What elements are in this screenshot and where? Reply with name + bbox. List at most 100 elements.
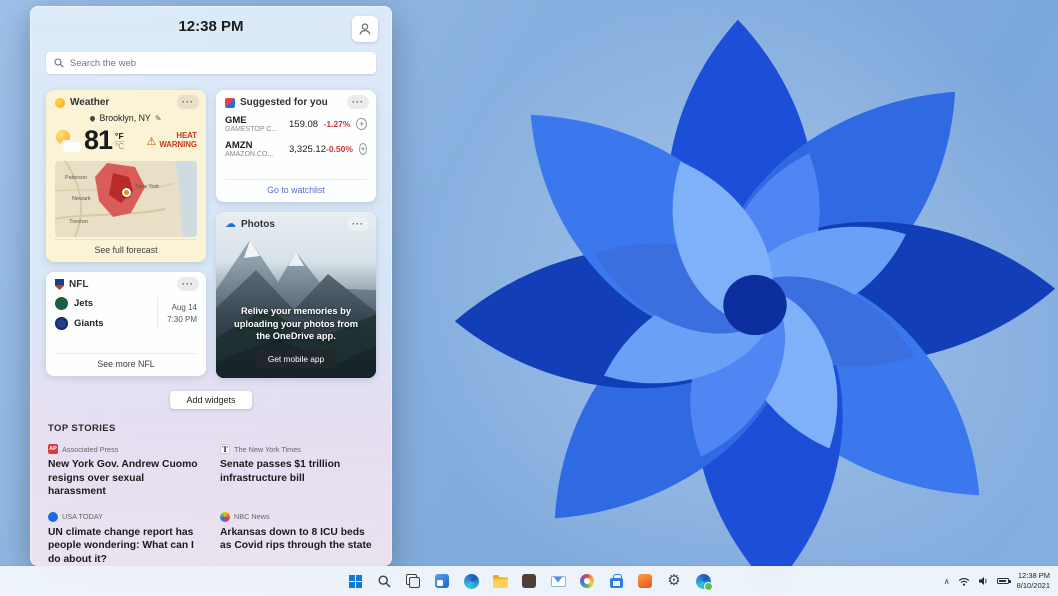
- windows-logo-icon: [349, 575, 362, 588]
- heat-warning-alert[interactable]: HEAT WARNING: [146, 132, 197, 150]
- temperature-value: 81: [84, 125, 112, 156]
- map-city-label: Trenton: [69, 219, 88, 225]
- battery-icon[interactable]: [997, 578, 1009, 584]
- nbc-news-logo-icon: [220, 512, 230, 522]
- gear-icon: [667, 572, 680, 590]
- nfl-more-button[interactable]: [177, 277, 199, 291]
- weather-more-button[interactable]: [177, 95, 199, 109]
- nfl-widget[interactable]: NFL Jets Giants: [46, 272, 206, 376]
- photos-widget[interactable]: Photos: [216, 212, 376, 378]
- start-button[interactable]: [343, 569, 367, 593]
- taskbar-search-button[interactable]: [372, 569, 396, 593]
- get-mobile-app-button[interactable]: Get mobile app: [256, 350, 336, 368]
- search-icon: [378, 575, 391, 588]
- widgets-button[interactable]: [430, 569, 454, 593]
- search-icon: [54, 58, 64, 68]
- task-view-button[interactable]: [401, 569, 425, 593]
- map-city-label: New York: [136, 184, 159, 190]
- top-stories-section: TOP STORIES AP Associated Press New York…: [30, 409, 392, 566]
- weather-widget[interactable]: Weather Brooklyn, NY 81 °F: [46, 90, 206, 262]
- web-search-bar[interactable]: [46, 52, 376, 74]
- edit-location-icon[interactable]: [155, 113, 162, 123]
- edge-button[interactable]: [459, 569, 483, 593]
- news-article[interactable]: USA TODAY UN climate change report has p…: [48, 512, 202, 566]
- see-more-nfl-link[interactable]: See more NFL: [55, 353, 197, 369]
- office-app-button[interactable]: [633, 569, 657, 593]
- article-headline: Senate passes $1 trillion infrastructure…: [220, 458, 374, 485]
- article-source: The New York Times: [234, 445, 301, 454]
- widgets-panel-header: 12:38 PM: [30, 6, 392, 46]
- weather-widget-icon: [55, 98, 65, 108]
- photos-title: Photos: [241, 219, 275, 230]
- panel-clock: 12:38 PM: [30, 18, 392, 35]
- tray-date: 8/10/2021: [1017, 581, 1050, 591]
- photos-app-button[interactable]: [575, 569, 599, 593]
- stock-symbol: AMZN: [225, 140, 289, 151]
- photos-icon: [580, 574, 594, 588]
- dark-app-icon: [522, 574, 536, 588]
- widgets-grid: Weather Brooklyn, NY 81 °F: [30, 90, 392, 378]
- mail-button[interactable]: [546, 569, 570, 593]
- widgets-panel: 12:38 PM Weathe: [30, 6, 392, 566]
- map-city-label: Newark: [72, 196, 91, 202]
- profile-avatar-button[interactable]: [352, 16, 378, 42]
- network-icon[interactable]: [958, 577, 970, 586]
- article-source: NBC News: [234, 512, 270, 521]
- add-to-watchlist-button[interactable]: [359, 143, 367, 155]
- stocks-more-button[interactable]: [347, 95, 369, 109]
- office-app-icon: [638, 574, 652, 588]
- unit-fahrenheit[interactable]: °F: [115, 131, 124, 141]
- stock-row[interactable]: GME GAMESTOP C... 159.08 -1.27%: [225, 115, 367, 133]
- pinned-app-button[interactable]: [517, 569, 541, 593]
- stock-row[interactable]: AMZN AMAZON.CO... 3,325.12 -0.50%: [225, 140, 367, 158]
- store-button[interactable]: [604, 569, 628, 593]
- nfl-title: NFL: [69, 279, 88, 290]
- game-date: Aug 14: [167, 302, 197, 314]
- volume-icon[interactable]: [978, 576, 989, 586]
- edge-icon: [464, 574, 479, 589]
- stock-symbol: GME: [225, 115, 289, 126]
- file-explorer-button[interactable]: [488, 569, 512, 593]
- news-article[interactable]: AP Associated Press New York Gov. Andrew…: [48, 444, 202, 499]
- weather-map[interactable]: Paterson New York Newark Trenton: [55, 161, 197, 237]
- search-input[interactable]: [70, 58, 368, 69]
- article-source: Associated Press: [62, 445, 118, 454]
- warning-icon: [146, 132, 156, 150]
- map-city-label: Paterson: [65, 175, 87, 181]
- weather-title: Weather: [70, 97, 109, 108]
- usa-today-logo-icon: [48, 512, 58, 522]
- stock-price: 159.08: [289, 119, 318, 130]
- onedrive-cloud-icon: [225, 219, 236, 230]
- article-headline: UN climate change report has people wond…: [48, 526, 202, 566]
- stock-price: 3,325.12: [289, 144, 326, 155]
- stock-name: AMAZON.CO...: [225, 151, 289, 158]
- stock-change: -0.50%: [326, 144, 353, 154]
- jets-logo-icon: [55, 297, 68, 310]
- edge-beta-button[interactable]: [691, 569, 715, 593]
- widgets-icon: [435, 574, 449, 588]
- tray-clock[interactable]: 12:38 PM 8/10/2021: [1017, 571, 1050, 591]
- stocks-widget[interactable]: Suggested for you GME GAMESTOP C... 159.…: [216, 90, 376, 202]
- mail-icon: [551, 576, 566, 587]
- giants-logo-icon: [55, 317, 68, 330]
- alert-line: WARNING: [159, 141, 197, 150]
- hidden-icons-chevron-icon[interactable]: [944, 577, 950, 586]
- partly-cloudy-icon: [55, 130, 81, 152]
- news-article[interactable]: T The New York Times Senate passes $1 tr…: [220, 444, 374, 499]
- weather-location: Brooklyn, NY: [99, 113, 150, 123]
- add-widgets-button[interactable]: Add widgets: [170, 391, 251, 409]
- top-stories-title: TOP STORIES: [48, 423, 374, 434]
- go-to-watchlist-link[interactable]: Go to watchlist: [225, 179, 367, 195]
- nfl-game[interactable]: Jets Giants Aug 14 7:30 PM: [55, 297, 197, 330]
- edge-beta-icon: [696, 574, 711, 589]
- unit-celsius[interactable]: °C: [115, 141, 124, 151]
- add-to-watchlist-button[interactable]: [356, 118, 367, 130]
- photos-more-button[interactable]: [347, 217, 369, 231]
- news-article[interactable]: NBC News Arkansas down to 8 ICU beds as …: [220, 512, 374, 566]
- team-name: Jets: [74, 298, 93, 309]
- tray-time: 12:38 PM: [1018, 571, 1050, 581]
- settings-button[interactable]: [662, 569, 686, 593]
- folder-icon: [493, 577, 508, 588]
- game-time: 7:30 PM: [167, 314, 197, 326]
- see-full-forecast-link[interactable]: See full forecast: [55, 239, 197, 255]
